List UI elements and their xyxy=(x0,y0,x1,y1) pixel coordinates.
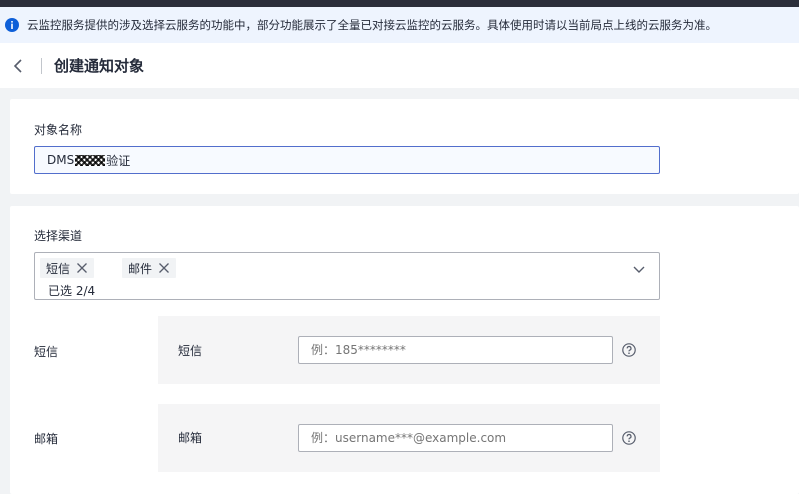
sms-row-label: 短信 xyxy=(34,345,59,359)
chevron-down-icon[interactable] xyxy=(633,263,645,275)
object-name-label: 对象名称 xyxy=(34,123,83,137)
chevron-left-icon xyxy=(13,58,22,73)
notice-banner: 云监控服务提供的涉及选择云服务的功能中，部分功能展示了全量已对接云监控的云服务。… xyxy=(0,7,799,43)
channel-select[interactable]: 短信 邮件 已选 2/4 xyxy=(34,252,660,300)
page-header: 创建通知对象 xyxy=(0,43,799,88)
sms-input[interactable] xyxy=(298,336,613,364)
channel-card: 选择渠道 短信 邮件 已选 2/4 短信 短信 邮箱 邮箱 xyxy=(10,206,799,494)
tag-email: 邮件 xyxy=(122,258,177,278)
top-bar xyxy=(0,0,799,7)
tag-email-label: 邮件 xyxy=(128,261,153,276)
name-card: 对象名称 DMS 验证 xyxy=(10,99,799,194)
redacted-mask xyxy=(75,154,106,166)
page-title: 创建通知对象 xyxy=(54,57,145,75)
notice-text: 云监控服务提供的涉及选择云服务的功能中，部分功能展示了全量已对接云监控的云服务。… xyxy=(27,18,717,32)
selected-count: 已选 2/4 xyxy=(48,284,96,298)
back-button[interactable] xyxy=(0,43,36,88)
close-icon[interactable] xyxy=(76,262,88,274)
tag-sms: 短信 xyxy=(40,258,95,278)
sms-field-label: 短信 xyxy=(178,344,203,358)
tag-sms-label: 短信 xyxy=(46,261,71,276)
close-icon[interactable] xyxy=(158,262,170,274)
email-field-label: 邮箱 xyxy=(178,431,203,445)
object-name-value: DMS 验证 xyxy=(47,147,130,173)
header-divider xyxy=(41,57,42,74)
object-name-suffix: 验证 xyxy=(106,153,131,168)
object-name-prefix: DMS xyxy=(47,153,75,167)
channel-label: 选择渠道 xyxy=(34,229,83,243)
help-icon[interactable] xyxy=(622,431,636,445)
object-name-input[interactable]: DMS 验证 xyxy=(34,146,660,174)
email-input[interactable] xyxy=(298,424,613,452)
help-icon[interactable] xyxy=(622,343,636,357)
info-icon xyxy=(5,18,19,32)
email-row-label: 邮箱 xyxy=(34,432,59,446)
